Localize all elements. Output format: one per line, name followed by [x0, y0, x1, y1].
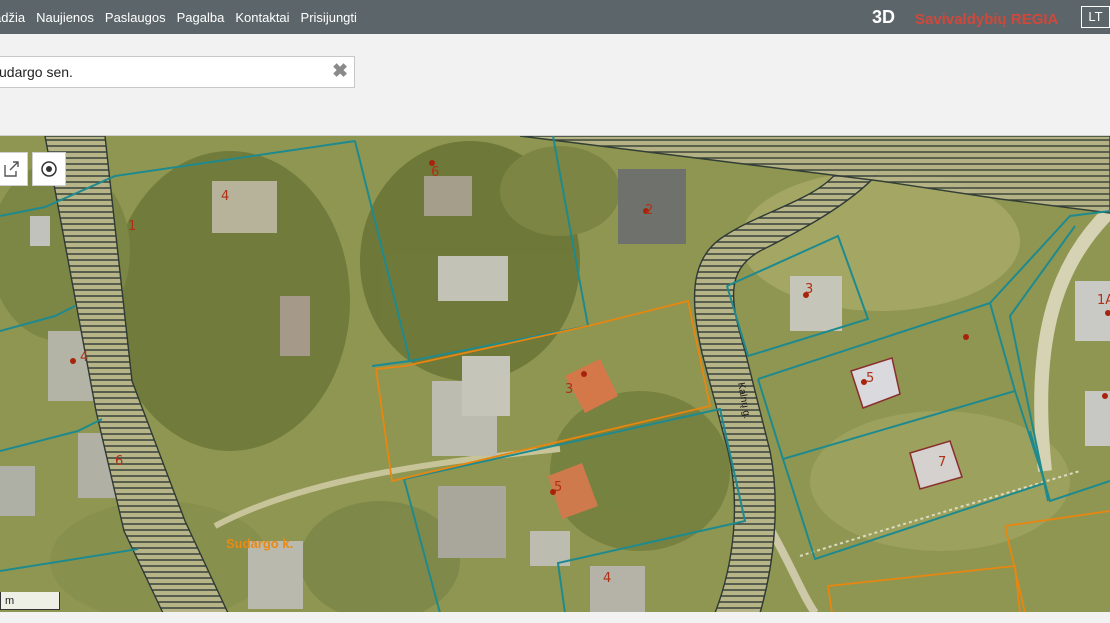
plot-label: 7	[938, 455, 946, 470]
language-switch[interactable]: LT	[1081, 6, 1110, 28]
nav-login[interactable]: Prisijungti	[301, 10, 357, 25]
share-map-button[interactable]	[0, 152, 28, 186]
plot-label: 4	[221, 189, 229, 204]
nav-help[interactable]: Pagalba	[177, 10, 225, 25]
locate-icon	[41, 161, 57, 177]
top-navigation-bar: adžia Naujienos Paslaugos Pagalba Kontak…	[0, 0, 1110, 34]
view-3d-button[interactable]: 3D	[872, 7, 895, 28]
plot-label: 6	[431, 165, 439, 180]
plot-label: 4	[80, 350, 88, 365]
map-view[interactable]: 1 4 6 2 3 4 3 5 6 5 7 1A 4 Sudargo k. Ka…	[0, 135, 1110, 613]
locate-button[interactable]	[32, 152, 66, 186]
plot-label: 3	[565, 382, 573, 397]
plot-label: 4	[603, 571, 611, 586]
nav-services[interactable]: Paslaugos	[105, 10, 166, 25]
orthophoto-map[interactable]: 1 4 6 2 3 4 3 5 6 5 7 1A 4 Sudargo k. Ka…	[0, 136, 1110, 613]
plot-label: 1	[128, 219, 136, 234]
share-icon	[4, 161, 19, 177]
nav-news[interactable]: Naujienos	[36, 10, 94, 25]
nav-contacts[interactable]: Kontaktai	[235, 10, 289, 25]
scale-label: m	[5, 595, 15, 607]
map-scale-bar: m	[0, 592, 60, 610]
plot-label: 5	[554, 480, 562, 495]
plot-label: 1A	[1097, 293, 1110, 308]
search-input[interactable]	[0, 57, 319, 87]
village-label: Sudargo k.	[226, 536, 293, 551]
footer-strip	[0, 612, 1110, 623]
nav-home[interactable]: adžia	[0, 10, 25, 25]
search-box: ✖	[0, 56, 355, 88]
clear-search-icon[interactable]: ✖	[332, 61, 348, 83]
main-menu: adžia Naujienos Paslaugos Pagalba Kontak…	[0, 0, 368, 34]
brand-title: Savivaldybių REGIA	[915, 11, 1059, 28]
plot-label: 3	[805, 282, 813, 297]
plot-label: 2	[645, 203, 653, 218]
plot-label: 5	[866, 371, 874, 386]
plot-label: 6	[115, 454, 123, 469]
